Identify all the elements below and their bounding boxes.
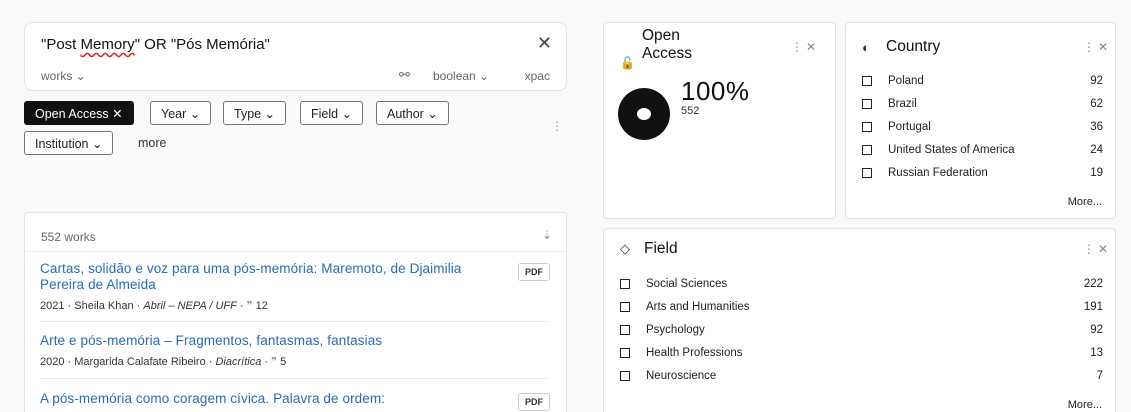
institution-filter-chip[interactable]: Institution ⌄ [24, 131, 114, 155]
checkbox[interactable] [620, 325, 630, 335]
facet-row[interactable]: Social Sciences 222 [620, 276, 1103, 292]
card-actions-icon[interactable]: ⋮✕ [791, 40, 819, 54]
checkbox[interactable] [620, 348, 630, 358]
tag-icon: ◇ [620, 241, 630, 256]
query-prefix: "Post [41, 36, 81, 53]
xpac-toggle[interactable]: xpac [525, 69, 550, 83]
field-filter-chip[interactable]: Field ⌄ [300, 101, 364, 125]
author-filter-chip[interactable]: Author ⌄ [376, 101, 449, 125]
result-item: Cartas, solidão e voz para uma pós-memór… [40, 261, 550, 312]
year-filter-chip[interactable]: Year ⌄ [150, 101, 212, 125]
open-access-card: 🔓 Open Access ⋮✕ 100% 552 [603, 22, 836, 219]
checkbox[interactable] [862, 76, 872, 86]
divider [40, 378, 550, 379]
result-item: A pós-memória como coragem cívica. Palav… [40, 391, 550, 411]
pdf-button[interactable]: PDF [518, 393, 550, 411]
lock-open-icon: 🔓 [620, 56, 635, 70]
result-item: Arte e pós-memória – Fragmentos, fantasm… [40, 333, 550, 368]
more-filters-link[interactable]: more [138, 136, 166, 150]
donut-chart [618, 88, 670, 140]
field-card: ◇ Field ⋮✕ Social Sciences 222 Arts and H… [603, 228, 1116, 412]
facet-row[interactable]: Portugal 36 [862, 119, 1103, 135]
facet-row[interactable]: Neuroscience 7 [620, 368, 1103, 384]
card-actions-icon[interactable]: ⋮✕ [1083, 242, 1111, 256]
clear-search-icon[interactable]: ✕ [537, 33, 552, 54]
checkbox[interactable] [862, 168, 872, 178]
result-meta: 2021 · Sheila Khan · Abril – NEPA / UFF … [40, 300, 268, 312]
result-title[interactable]: Arte e pós-memória – Fragmentos, fantasm… [40, 333, 550, 349]
facet-row[interactable]: Health Professions 13 [620, 345, 1103, 361]
open-access-filter-chip[interactable]: Open Access ✕ [24, 101, 134, 125]
tune-icon[interactable]: ⚯ [399, 67, 410, 83]
facet-row[interactable]: Psychology 92 [620, 322, 1103, 338]
divider [40, 321, 550, 322]
divider [25, 251, 566, 252]
pdf-button[interactable]: PDF [518, 263, 550, 281]
oa-count: 552 [681, 105, 700, 117]
facet-row[interactable]: Russian Federation 19 [862, 165, 1103, 181]
facet-row[interactable]: United States of America 24 [862, 142, 1103, 158]
result-title[interactable]: Cartas, solidão e voz para uma pós-memór… [40, 261, 490, 293]
card-title: Field [644, 240, 678, 257]
query-suffix: " OR "Pós Memória" [134, 36, 270, 53]
results-count: 552 works [41, 230, 96, 244]
scope-dropdown[interactable]: works ⌄ [41, 69, 86, 83]
checkbox[interactable] [620, 279, 630, 289]
checkbox[interactable] [862, 99, 872, 109]
type-filter-chip[interactable]: Type ⌄ [223, 101, 287, 125]
card-title: Country [886, 38, 941, 55]
facet-row[interactable]: Arts and Humanities 191 [620, 299, 1103, 315]
checkbox[interactable] [862, 122, 872, 132]
country-card: ◐ Country ⋮✕ Poland 92 Brazil 62 Portugal 3… [845, 22, 1116, 219]
facet-row[interactable]: Poland 92 [862, 73, 1103, 89]
result-title[interactable]: A pós-memória como coragem cívica. Palav… [40, 391, 490, 407]
percent-value: 100% [681, 76, 750, 106]
card-title: Open Access [642, 27, 692, 62]
facet-row[interactable]: Brazil 62 [862, 96, 1103, 112]
sort-icon[interactable]: ⇣ [542, 228, 552, 242]
checkbox[interactable] [620, 302, 630, 312]
result-meta: 2020 · Margarida Calafate Ribeiro · Diac… [40, 356, 287, 368]
checkbox[interactable] [620, 371, 630, 381]
results-panel: 552 works ⇣ Cartas, solidão e voz para u… [24, 212, 567, 412]
filters-menu-icon[interactable]: ⋮ [551, 119, 563, 133]
search-input[interactable]: "Post Memory" OR "Pós Memória" [41, 36, 270, 53]
checkbox[interactable] [862, 145, 872, 155]
more-button[interactable]: More... [1068, 196, 1102, 208]
query-misspelled-word: Memory [80, 36, 135, 53]
mode-dropdown[interactable]: boolean ⌄ [433, 69, 489, 83]
globe-icon: ◐ [862, 40, 870, 55]
search-box[interactable]: "Post Memory" OR "Pós Memória" ✕ works ⌄… [24, 22, 567, 91]
more-button[interactable]: More... [1068, 399, 1102, 411]
card-actions-icon[interactable]: ⋮✕ [1083, 40, 1111, 54]
